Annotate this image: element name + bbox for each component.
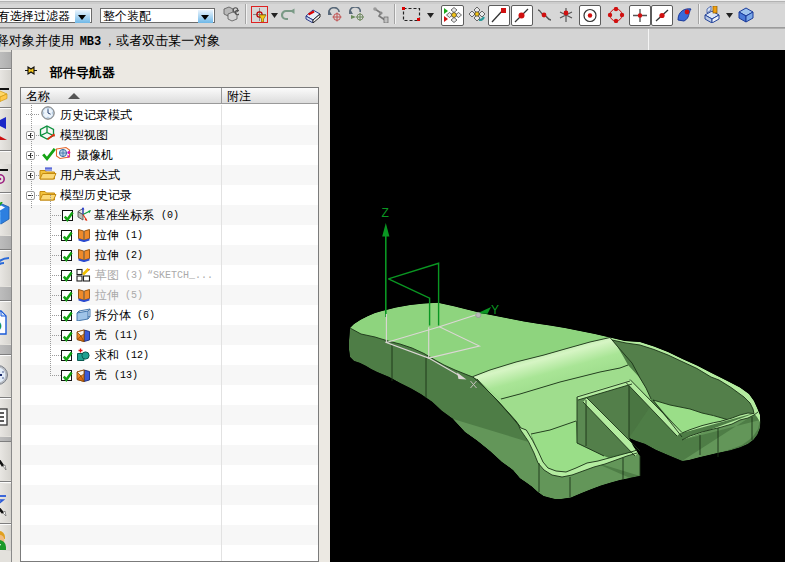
svg-text:Z: Z [382,206,389,220]
svg-text:Y: Y [491,303,499,317]
